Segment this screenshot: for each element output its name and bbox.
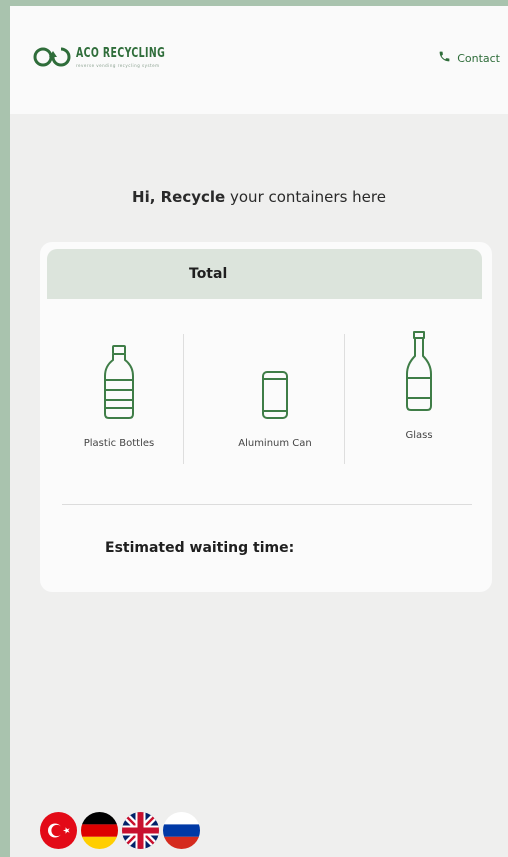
total-bar: Total [47, 249, 482, 299]
brand-tagline: reverse vending recycling system [76, 63, 160, 68]
phone-icon [438, 50, 457, 66]
logo[interactable]: ACO RECYCLING reverse vending recycling … [32, 46, 188, 68]
divider-line [62, 504, 472, 505]
flag-uk-icon[interactable] [122, 812, 159, 849]
aluminum-can-icon [200, 330, 350, 420]
recycle-logo-icon [32, 46, 72, 68]
item-plastic-bottles: Plastic Bottles [44, 330, 194, 449]
contact-link[interactable]: Contact [438, 50, 500, 66]
divider [183, 334, 184, 464]
greeting: Hi, Recycle your containers here [10, 188, 508, 206]
glass-bottle-icon [344, 322, 494, 412]
brand-name: ACO RECYCLING [76, 46, 166, 61]
language-selector [40, 812, 204, 849]
total-label: Total [189, 266, 228, 282]
flag-tr-icon[interactable] [40, 812, 77, 849]
item-label: Aluminum Can [238, 438, 312, 449]
plastic-bottle-icon [44, 330, 194, 420]
waiting-time-label: Estimated waiting time: [105, 540, 295, 556]
item-glass: Glass [344, 330, 494, 441]
greeting-rest: your containers here [225, 188, 386, 206]
app-screen: ACO RECYCLING reverse vending recycling … [10, 6, 508, 857]
header: ACO RECYCLING reverse vending recycling … [10, 6, 508, 114]
flag-de-icon[interactable] [81, 812, 118, 849]
flag-ru-icon[interactable] [163, 812, 200, 849]
item-label: Plastic Bottles [83, 438, 155, 449]
greeting-lead: Hi, Recycle [132, 188, 226, 206]
item-label: Glass [405, 430, 433, 441]
contact-label: Contact [457, 51, 500, 65]
item-aluminum-can: Aluminum Can [200, 330, 350, 449]
summary-card: Total Plastic Bottles Aluminum Can Glass… [40, 242, 492, 592]
